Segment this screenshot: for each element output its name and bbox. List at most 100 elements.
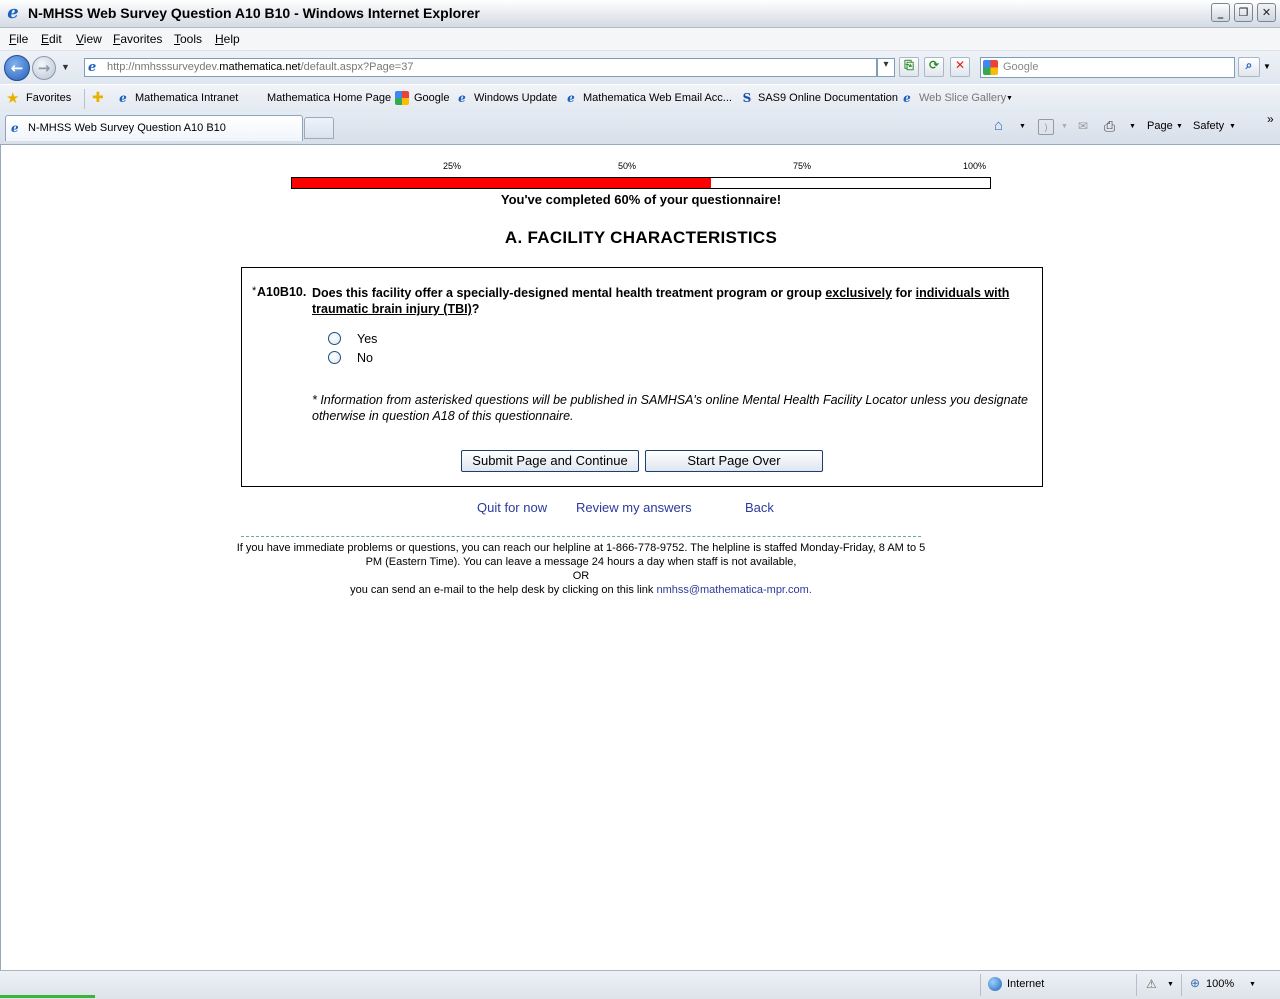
fav-mathematica-home-page[interactable]: Mathematica Home Page	[267, 92, 391, 104]
separator	[980, 974, 981, 996]
add-favorite-icon[interactable]: ✚	[92, 89, 104, 106]
chevron-down-icon[interactable]: ▼	[1061, 123, 1068, 130]
fav-windows-update[interactable]: Windows Update	[474, 92, 557, 104]
page-menu[interactable]: Page	[1147, 120, 1173, 132]
divider	[241, 536, 921, 537]
more-commands-icon[interactable]: »	[1267, 112, 1274, 126]
question-id: A10B10.	[257, 285, 307, 299]
fav-sas9-online-documentation[interactable]: SAS9 Online Documentation	[758, 92, 898, 104]
radio-yes[interactable]	[328, 332, 341, 345]
favorites-bar: ★ Favorites ✚ e Mathematica Intranet Mat…	[0, 85, 1280, 112]
ie-page-icon: e	[119, 91, 127, 105]
ie-page-icon: e	[458, 91, 466, 105]
url-text: http://nmhsssurveydev.mathematica.net/de…	[107, 61, 414, 73]
safety-menu[interactable]: Safety	[1193, 120, 1224, 132]
favorites-star-icon: ★	[6, 90, 20, 107]
mail-icon[interactable]: ✉	[1078, 119, 1088, 133]
question-box: * A10B10. Does this facility offer a spe…	[241, 267, 1043, 487]
title-bar: e N-MHSS Web Survey Question A10 B10 - W…	[0, 0, 1280, 28]
refresh-icon[interactable]: ⟳	[924, 57, 944, 77]
menu-favorites[interactable]: Favorites	[113, 32, 162, 46]
ie-page-icon: e	[903, 91, 911, 105]
footnote-text: * Information from asterisked questions …	[312, 393, 1028, 423]
compatibility-view-icon[interactable]: ⎘	[899, 57, 919, 77]
progress-tick-75: 75%	[793, 161, 812, 171]
tab-bar: e N-MHSS Web Survey Question A10 B10 ⌂ ▼…	[0, 112, 1280, 145]
protected-mode-icon[interactable]: ⚠	[1146, 977, 1157, 991]
search-input[interactable]: Google	[980, 57, 1235, 78]
menu-edit[interactable]: Edit	[41, 32, 62, 46]
menu-tools[interactable]: Tools	[174, 32, 202, 46]
feeds-icon[interactable]: )	[1038, 119, 1054, 135]
zoom-level[interactable]: 100%	[1206, 978, 1234, 990]
search-icon[interactable]: ⌕	[1238, 57, 1260, 77]
menu-bar: File Edit View Favorites Tools Help	[0, 28, 1280, 51]
stop-icon[interactable]: ✕	[950, 57, 970, 77]
print-icon[interactable]: ⎙	[1104, 118, 1115, 135]
status-bar: Internet ⚠ ▼ ⊕ 100% ▼	[0, 970, 1280, 999]
separator	[84, 89, 85, 109]
tab-active[interactable]: e N-MHSS Web Survey Question A10 B10	[5, 115, 303, 141]
page-content: 25% 50% 75% 100% You've completed 60% of…	[0, 145, 1280, 970]
option-yes-label[interactable]: Yes	[357, 332, 377, 346]
google-logo-icon	[983, 60, 998, 75]
fav-web-slice-gallery[interactable]: Web Slice Gallery	[919, 92, 1006, 104]
search-options-icon[interactable]: ▼	[1263, 62, 1271, 71]
help-email-link[interactable]: nmhss@mathematica-mpr.com.	[656, 584, 811, 596]
menu-view[interactable]: View	[76, 32, 102, 46]
option-no-label[interactable]: No	[357, 351, 373, 365]
radio-no[interactable]	[328, 351, 341, 364]
chevron-down-icon[interactable]: ▼	[1167, 981, 1174, 988]
fav-mathematica-web-email[interactable]: Mathematica Web Email Acc...	[583, 92, 732, 104]
globe-icon	[988, 977, 1002, 991]
minimize-button[interactable]: _	[1211, 3, 1230, 22]
help-line-1: If you have immediate problems or questi…	[236, 542, 926, 568]
chevron-down-icon[interactable]: ▼	[1249, 981, 1256, 988]
window-title: N-MHSS Web Survey Question A10 B10 - Win…	[28, 5, 480, 21]
review-answers-link[interactable]: Review my answers	[576, 500, 692, 515]
google-icon	[395, 91, 409, 105]
address-input[interactable]: e http://nmhsssurveydev.mathematica.net/…	[84, 58, 877, 77]
back-link[interactable]: Back	[745, 500, 774, 515]
help-line-2: you can send an e-mail to the help desk …	[350, 584, 812, 596]
progress-tick-50: 50%	[618, 161, 637, 171]
forward-arrow-icon[interactable]: →	[32, 56, 56, 80]
new-tab-button[interactable]	[304, 117, 334, 139]
tab-label: N-MHSS Web Survey Question A10 B10	[28, 122, 226, 134]
chevron-down-icon[interactable]: ▼	[1006, 95, 1013, 102]
fav-google[interactable]: Google	[414, 92, 449, 104]
chevron-down-icon[interactable]: ▼	[1129, 123, 1136, 130]
zoom-icon[interactable]: ⊕	[1190, 976, 1200, 990]
help-or: OR	[572, 570, 590, 582]
chevron-down-icon[interactable]: ▼	[1176, 123, 1183, 130]
progress-bar	[291, 177, 991, 189]
page-icon: e	[88, 60, 97, 75]
section-title: A. FACILITY CHARACTERISTICS	[504, 228, 778, 247]
security-zone: Internet	[1007, 978, 1045, 990]
progress-tick-25: 25%	[443, 161, 462, 171]
ie-page-icon: e	[11, 121, 19, 135]
fav-mathematica-intranet[interactable]: Mathematica Intranet	[135, 92, 238, 104]
progress-tick-100: 100%	[963, 161, 987, 171]
start-over-button[interactable]: Start Page Over	[645, 450, 823, 472]
chevron-down-icon[interactable]: ▼	[1019, 123, 1026, 130]
back-arrow-icon[interactable]: ←	[4, 55, 30, 81]
restore-button[interactable]: ❐	[1234, 3, 1253, 22]
favorites-button[interactable]: Favorites	[26, 92, 71, 104]
close-button[interactable]: ✕	[1257, 3, 1276, 22]
address-bar: ← → ▼ e http://nmhsssurveydev.mathematic…	[0, 51, 1280, 84]
progress-text: You've completed 60% of your questionnai…	[500, 192, 782, 207]
sas-icon: S	[742, 91, 752, 105]
chevron-down-icon[interactable]: ▼	[1229, 123, 1236, 130]
search-placeholder: Google	[1003, 61, 1039, 73]
address-dropdown-icon[interactable]: ▾	[877, 58, 895, 77]
home-icon[interactable]: ⌂	[994, 117, 1003, 134]
history-dropdown-icon[interactable]: ▼	[61, 62, 70, 72]
progress-fill	[292, 178, 711, 188]
separator	[1136, 974, 1137, 996]
menu-file[interactable]: File	[9, 32, 28, 46]
submit-button[interactable]: Submit Page and Continue	[461, 450, 639, 472]
menu-help[interactable]: Help	[215, 32, 240, 46]
help-text: If you have immediate problems or questi…	[234, 541, 928, 597]
quit-link[interactable]: Quit for now	[477, 500, 547, 515]
